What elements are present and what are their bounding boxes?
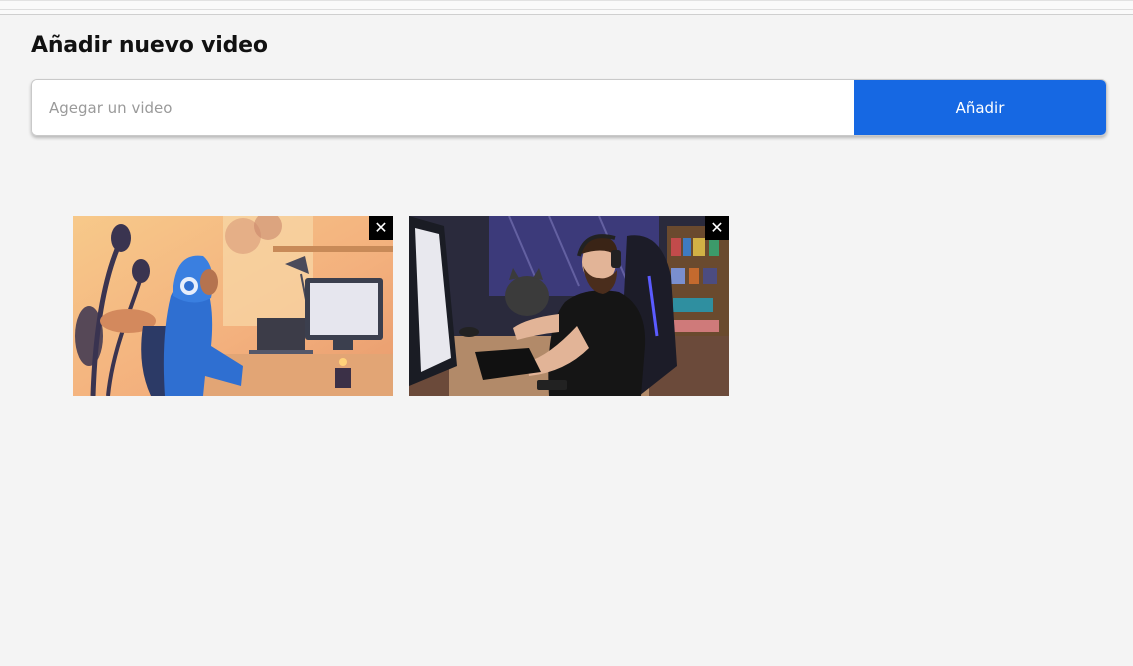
video-url-input[interactable] <box>32 80 854 135</box>
video-thumbnail[interactable] <box>409 216 729 396</box>
browser-top-bar <box>0 0 1133 15</box>
video-card[interactable]: ✕ <box>409 216 729 396</box>
add-video-button[interactable]: Añadir <box>854 80 1106 135</box>
page-title: Añadir nuevo video <box>31 33 268 58</box>
video-card[interactable]: ✕ <box>73 216 393 396</box>
video-thumbnail[interactable] <box>73 216 393 396</box>
video-list: ✕ ✕ <box>73 216 729 396</box>
close-icon[interactable]: ✕ <box>369 216 393 240</box>
close-icon[interactable]: ✕ <box>705 216 729 240</box>
add-video-form: Añadir <box>31 79 1107 136</box>
